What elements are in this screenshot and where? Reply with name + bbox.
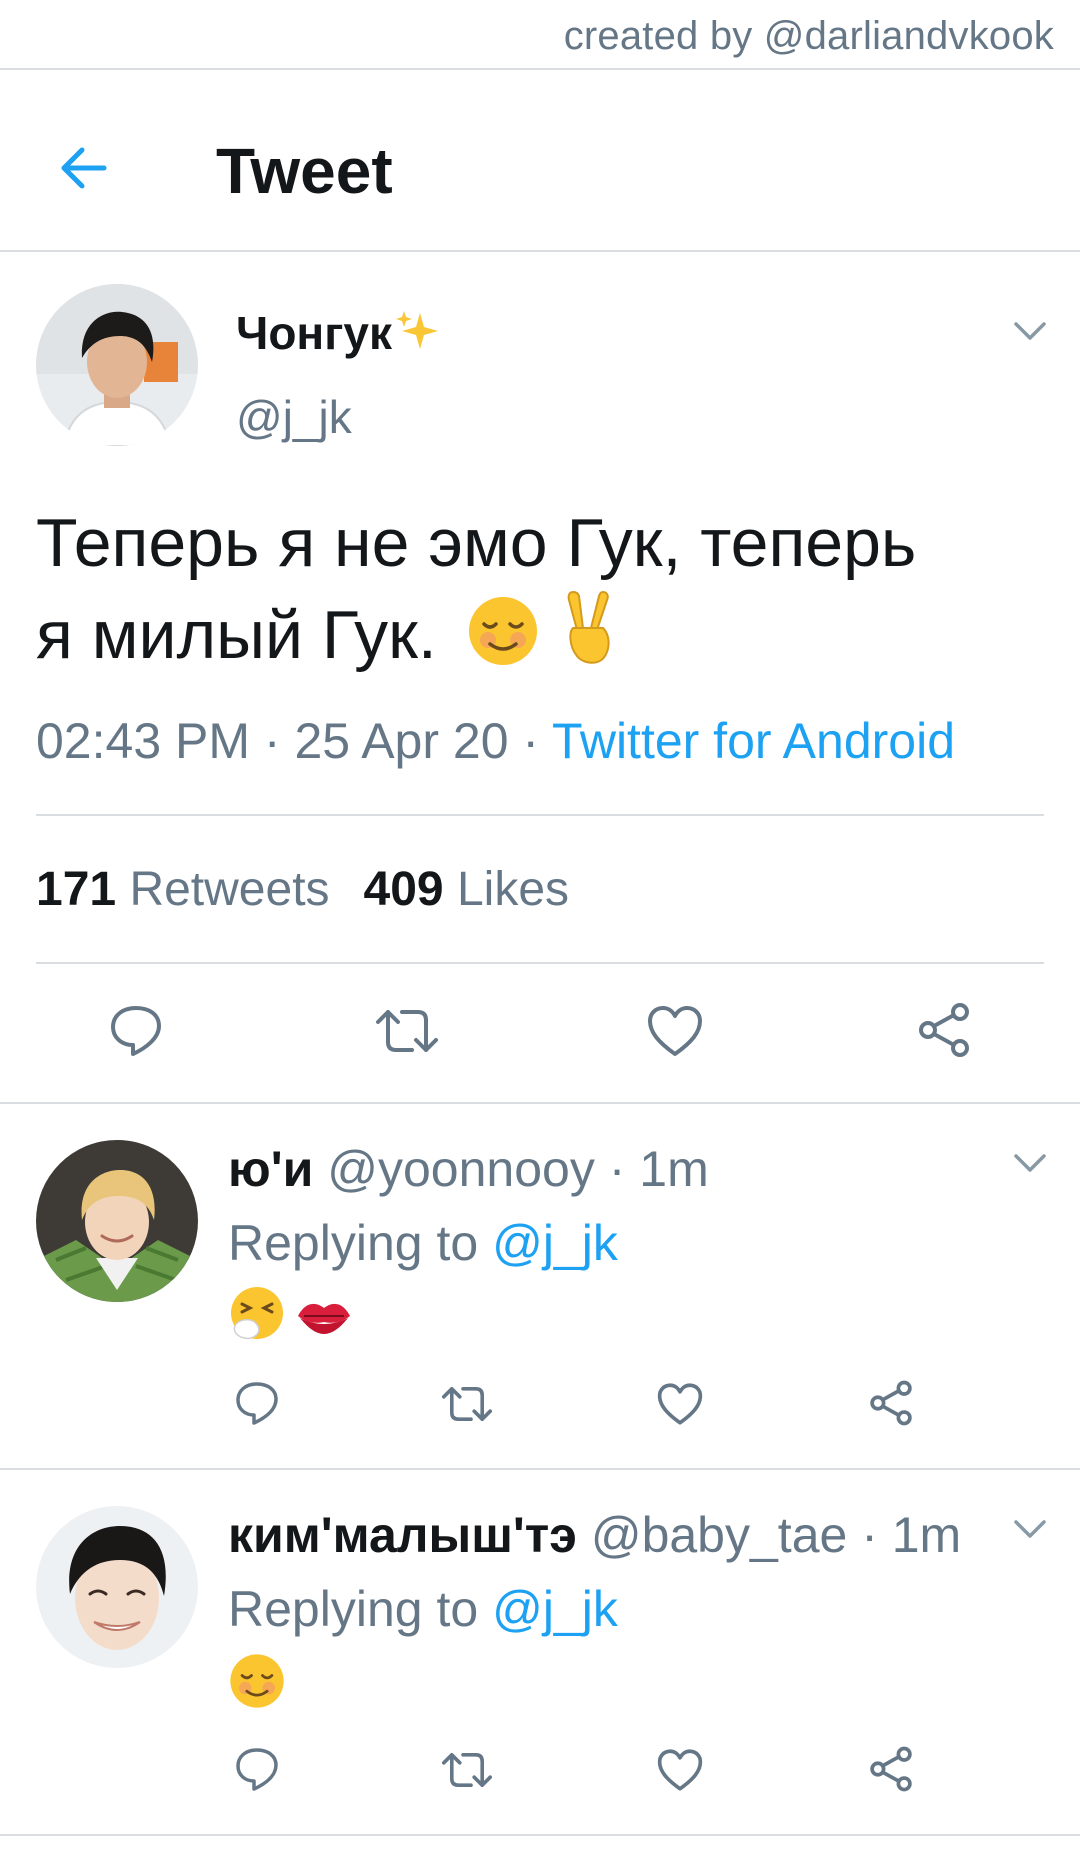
replying-mention-link[interactable]: @j_jk xyxy=(492,1581,618,1637)
likes-count: 409 xyxy=(363,863,444,916)
tweet-text-line-2-text: я милый Гук. xyxy=(36,597,437,673)
page-title: Tweet xyxy=(216,135,393,207)
share-icon[interactable] xyxy=(868,1380,914,1426)
tweet-source-link[interactable]: Twitter for Android xyxy=(552,713,955,769)
header-divider xyxy=(0,250,1080,252)
reply-time: 1m xyxy=(891,1507,962,1563)
retweets-stat[interactable]: 171 Retweets xyxy=(36,863,330,916)
tweet-text-line-2: я милый Гук. xyxy=(36,588,1046,680)
victory-hand-emoji-icon xyxy=(567,590,610,664)
retweets-label: Retweets xyxy=(129,863,330,916)
stats-bottom-divider xyxy=(36,962,1044,964)
reply-avatar[interactable] xyxy=(36,1506,198,1668)
reply-text xyxy=(228,1284,354,1347)
reply-author-name[interactable]: ю'и xyxy=(228,1141,313,1197)
author-name[interactable]: Чонгук xyxy=(236,306,442,360)
reply-avatar[interactable] xyxy=(36,1140,198,1302)
author-name-text: Чонгук xyxy=(236,307,392,359)
app-header: Tweet xyxy=(0,84,1080,250)
smiling-face-emoji-icon xyxy=(230,1654,284,1708)
share-icon[interactable] xyxy=(916,1002,972,1058)
arrow-left-icon[interactable] xyxy=(56,140,112,196)
main-tweet-divider xyxy=(0,1102,1080,1104)
meta-separator: · xyxy=(847,1507,892,1563)
likes-stat[interactable]: 409 Likes xyxy=(364,863,570,916)
stats-top-divider xyxy=(36,814,1044,816)
share-icon[interactable] xyxy=(868,1746,914,1792)
chevron-down-icon[interactable] xyxy=(1012,320,1048,342)
author-handle[interactable]: @j_jk xyxy=(236,390,352,444)
retweet-icon[interactable] xyxy=(440,1750,494,1790)
reply-bubble-icon[interactable] xyxy=(108,1002,164,1058)
reply-divider xyxy=(0,1468,1080,1470)
tweet-date: 25 Apr 20 xyxy=(294,713,509,769)
retweets-count: 171 xyxy=(36,863,117,916)
smiling-face-emoji-icon xyxy=(468,597,537,665)
retweet-icon[interactable] xyxy=(440,1384,494,1424)
sneezing-face-emoji-icon xyxy=(231,1287,283,1340)
heart-icon[interactable] xyxy=(646,1004,704,1058)
reply-time: 1m xyxy=(639,1141,709,1197)
tweet-meta: 02:43 PM · 25 Apr 20 · Twitter for Andro… xyxy=(36,712,955,770)
sparkles-icon xyxy=(395,311,438,349)
top-divider xyxy=(0,68,1080,70)
reply-author-handle[interactable]: @baby_tae xyxy=(591,1507,848,1563)
meta-separator: · xyxy=(508,713,553,769)
reply-header: ким'малыш'тэ @baby_tae · 1m xyxy=(228,1506,961,1564)
tweet-text-line-1: Теперь я не эмо Гук, теперь xyxy=(36,505,917,581)
kiss-mark-emoji-icon xyxy=(298,1303,351,1334)
meta-separator: · xyxy=(250,713,295,769)
replying-mention-link[interactable]: @j_jk xyxy=(492,1215,618,1271)
likes-label: Likes xyxy=(456,863,570,916)
tweet-text: Теперь я не эмо Гук, теперь я милый Гук. xyxy=(36,498,1046,680)
author-avatar[interactable] xyxy=(36,284,198,446)
reply-divider xyxy=(0,1834,1080,1836)
heart-icon[interactable] xyxy=(656,1748,704,1792)
reply-author-handle[interactable]: @yoonnooy xyxy=(327,1141,595,1197)
chevron-down-icon[interactable] xyxy=(1012,1518,1048,1540)
meta-separator: · xyxy=(594,1141,640,1197)
reply-header: ю'и @yoonnooy · 1m xyxy=(228,1140,709,1198)
tweet-time: 02:43 PM xyxy=(36,713,251,769)
reply-bubble-icon[interactable] xyxy=(234,1380,280,1426)
retweet-icon[interactable] xyxy=(374,1006,440,1056)
replying-prefix: Replying to xyxy=(228,1581,479,1637)
replying-prefix: Replying to xyxy=(228,1215,479,1271)
chevron-down-icon[interactable] xyxy=(1012,1152,1048,1174)
reply-bubble-icon[interactable] xyxy=(234,1746,280,1792)
reply-author-name[interactable]: ким'малыш'тэ xyxy=(228,1507,577,1563)
credit-text: created by @darliandvkook xyxy=(563,14,1054,58)
replying-to: Replying to @j_jk xyxy=(228,1580,618,1638)
reply-text xyxy=(228,1652,286,1715)
heart-icon[interactable] xyxy=(656,1382,704,1426)
replying-to: Replying to @j_jk xyxy=(228,1214,618,1272)
tweet-stats: 171 Retweets 409 Likes xyxy=(36,862,569,917)
